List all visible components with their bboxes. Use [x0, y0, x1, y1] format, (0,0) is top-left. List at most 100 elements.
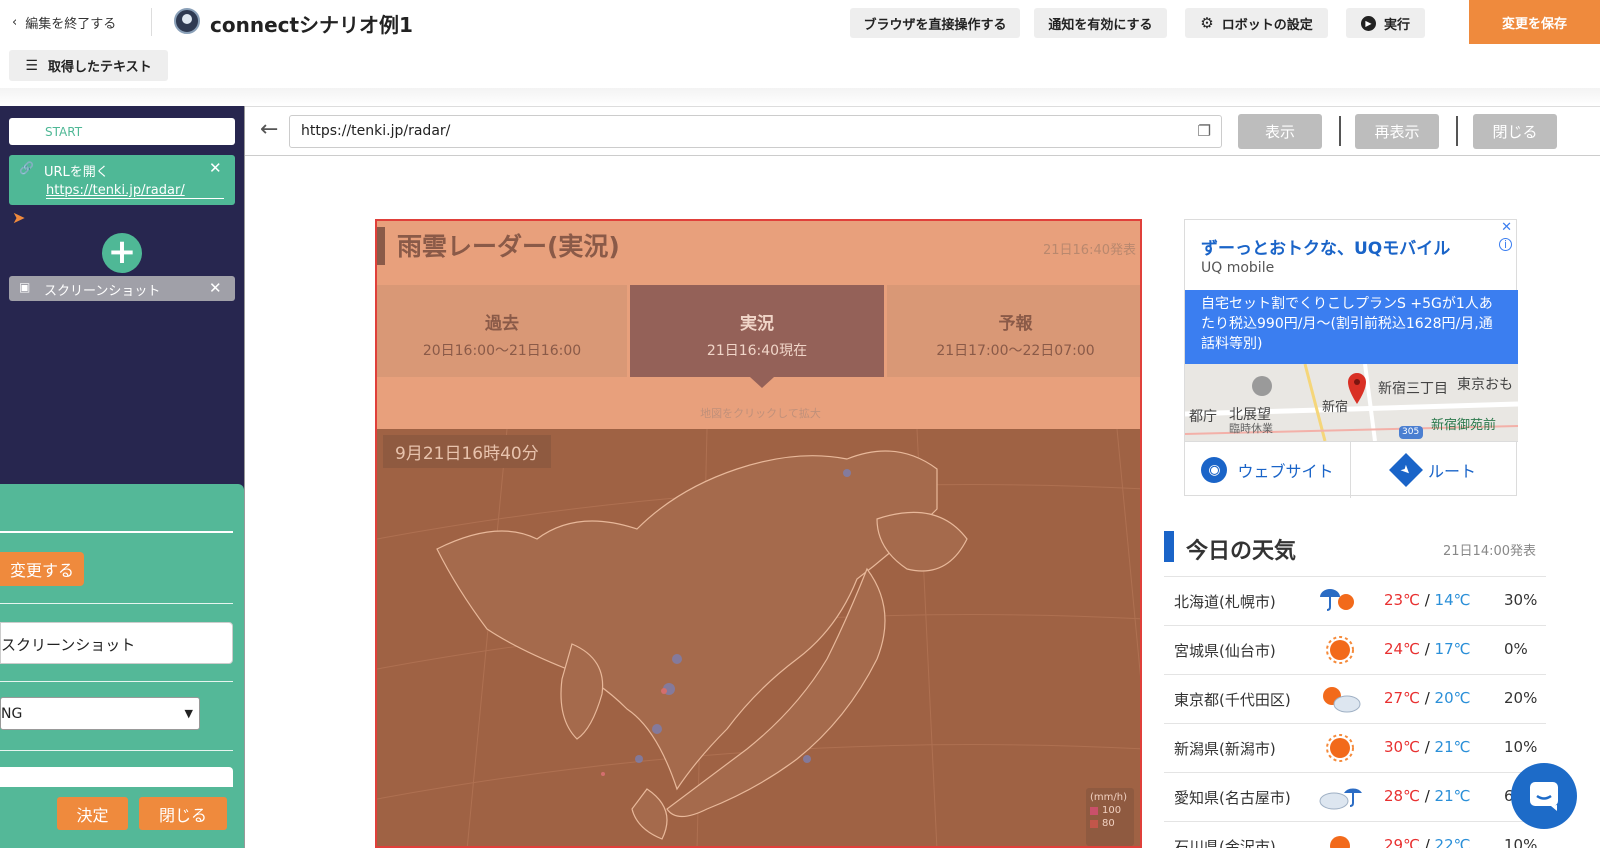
exit-edit-link[interactable]: ‹ 編集を終了する — [12, 13, 116, 32]
tab-past[interactable]: 過去 20日16:00〜21日16:00 — [377, 285, 627, 377]
legend-value: 100 — [1102, 805, 1122, 816]
save-changes-button[interactable]: 変更を保存 — [1469, 0, 1600, 44]
divider — [151, 8, 152, 36]
route-button[interactable]: ➤ ルート — [1352, 442, 1518, 498]
weather-row[interactable]: 北海道(札幌市) 23℃ / 14℃ 30% — [1164, 576, 1546, 625]
tab-current-time: 21日16:40現在 — [706, 343, 808, 359]
camera-icon: ▣ — [19, 280, 31, 294]
start-node[interactable]: START — [9, 118, 235, 145]
open-url-value: https://tenki.jp/radar/ — [46, 183, 224, 199]
radar-map[interactable] — [377, 428, 1140, 846]
website-label: ウェブサイト — [1237, 462, 1334, 481]
weather-temp: 27℃ / 20℃ — [1384, 689, 1471, 707]
weather-city: 新潟県(新潟市) — [1174, 740, 1276, 758]
tab-forecast-range: 21日17:00〜22日07:00 — [936, 343, 1095, 359]
enable-notify-button[interactable]: 通知を有効にする — [1034, 8, 1167, 38]
weather-city: 北海道(札幌市) — [1174, 593, 1276, 611]
direct-browser-label: ブラウザを直接操作する — [863, 17, 1007, 33]
close-icon[interactable]: ✕ — [209, 159, 222, 177]
route-label: ルート — [1427, 462, 1476, 481]
temp-low: 21℃ — [1434, 738, 1471, 756]
legend-swatch — [1090, 819, 1098, 828]
temp-high: 24℃ — [1384, 640, 1420, 658]
scenario-title: connectシナリオ例1 — [210, 13, 413, 37]
radar-title: 雨雲レーダー(実況) — [397, 232, 620, 261]
direct-browser-button[interactable]: ブラウザを直接操作する — [850, 8, 1020, 38]
ad-banner[interactable]: ✕ i ずーっとおトクな、UQモバイル UQ mobile 自宅セット割でくりこ… — [1184, 219, 1519, 498]
map-label: 東京おも — [1457, 377, 1513, 393]
weather-row[interactable]: 新潟県(新潟市) 30℃ / 21℃ 10% — [1164, 723, 1546, 772]
map-label: 新宿三丁目 — [1378, 381, 1448, 397]
reload-button[interactable]: 再表示 — [1355, 114, 1439, 149]
divider — [1456, 116, 1458, 146]
close-browser-button[interactable]: 閉じる — [1473, 114, 1557, 149]
screenshot-node-label: スクリーンショット — [44, 284, 161, 299]
url-input[interactable]: https://tenki.jp/radar/ ❐ — [289, 115, 1222, 148]
weather-issued-time: 21日14:00発表 — [1443, 544, 1537, 559]
radar-widget[interactable]: 雨雲レーダー(実況) 21日16:40発表 過去 20日16:00〜21日16:… — [375, 219, 1142, 848]
image-format-select[interactable]: NG ▼ — [0, 697, 200, 730]
play-icon: ▶ — [1360, 15, 1376, 31]
close-icon[interactable]: ✕ — [209, 279, 222, 297]
weather-row[interactable]: 石川県(金沢市) 29℃ / 22℃ 10% — [1164, 821, 1546, 848]
weather-row[interactable]: 愛知県(名古屋市) 28℃ / 21℃ 60 — [1164, 772, 1546, 821]
map-timestamp: 9月21日16時40分 — [383, 435, 551, 468]
weather-row[interactable]: 東京都(千代田区) 27℃ / 20℃ 20% — [1164, 674, 1546, 723]
extracted-text-button[interactable]: ☰ 取得したテキスト — [9, 50, 168, 81]
weather-temp: 30℃ / 21℃ — [1384, 738, 1471, 756]
info-icon[interactable]: i — [1499, 238, 1512, 251]
temp-high: 29℃ — [1384, 836, 1420, 848]
japan-map-graphic — [377, 428, 1140, 846]
weather-city: 石川県(金沢市) — [1174, 838, 1276, 848]
show-button[interactable]: 表示 — [1238, 114, 1322, 149]
close-form-label: 閉じる — [158, 805, 207, 825]
weather-title: 今日の天気 — [1186, 539, 1297, 564]
legend-swatch — [1090, 806, 1098, 815]
weather-row[interactable]: 宮城県(仙台市) 24℃ / 17℃ 0% — [1164, 625, 1546, 674]
confirm-button[interactable]: 決定 — [57, 797, 128, 830]
robot-avatar-icon — [174, 8, 200, 34]
screenshot-node[interactable]: ▣ スクリーンショット ✕ — [9, 276, 235, 301]
temp-low: 17℃ — [1434, 640, 1471, 658]
chat-button[interactable] — [1511, 763, 1577, 829]
tab-pointer — [750, 377, 774, 388]
sun-icon — [1330, 836, 1350, 848]
extra-input[interactable] — [0, 767, 233, 787]
tab-current[interactable]: 実況 21日16:40現在 — [630, 285, 884, 377]
chevron-left-icon: ‹ — [12, 15, 18, 30]
step-name-input[interactable]: スクリーンショット — [0, 622, 233, 664]
image-format-value: NG — [1, 705, 23, 722]
ad-body: 自宅セット割でくりこしプランS +5Gが1人あたり税込990円/月〜(割引前税込… — [1185, 290, 1518, 364]
toolbar-shadow — [0, 88, 1600, 106]
rain-chance: 0% — [1504, 640, 1528, 658]
run-button[interactable]: ▶ 実行 — [1346, 8, 1425, 38]
arrow-left-icon[interactable]: ← — [260, 117, 278, 142]
copy-icon[interactable]: ❐ — [1198, 122, 1211, 140]
legend-unit: (mm/h) — [1090, 792, 1127, 803]
weather-temp: 24℃ / 17℃ — [1384, 640, 1471, 658]
map-label: 都庁 — [1189, 409, 1217, 425]
robot-settings-button[interactable]: ⚙ ロボットの設定 — [1185, 8, 1328, 38]
rain-chance: 20% — [1504, 689, 1538, 707]
tab-forecast[interactable]: 予報 21日17:00〜22日07:00 — [887, 285, 1140, 377]
arrow-right-icon: ➤ — [12, 208, 26, 227]
close-form-button[interactable]: 閉じる — [139, 797, 227, 830]
temp-high: 30℃ — [1384, 738, 1420, 756]
website-button[interactable]: ◉ ウェブサイト — [1185, 442, 1351, 498]
add-step-button[interactable]: + — [102, 233, 142, 273]
temp-low: 22℃ — [1434, 836, 1471, 848]
open-url-title: URLを開く — [44, 165, 109, 180]
enable-notify-label: 通知を有効にする — [1048, 17, 1153, 33]
ad-actions: ◉ ウェブサイト ➤ ルート — [1185, 441, 1518, 498]
open-url-node[interactable]: 🔗 URLを開く ✕ https://tenki.jp/radar/ — [9, 155, 235, 205]
map-label: 305 — [1402, 427, 1420, 437]
close-browser-label: 閉じる — [1492, 123, 1538, 141]
change-button[interactable]: 変更する — [0, 552, 84, 586]
temp-low: 20℃ — [1434, 689, 1471, 707]
change-label: 変更する — [9, 561, 74, 580]
chevron-down-icon: ▼ — [184, 707, 193, 720]
close-icon[interactable]: ✕ — [1501, 220, 1512, 235]
chat-icon — [1530, 782, 1558, 811]
temp-low: 21℃ — [1434, 787, 1471, 805]
weather-temp: 29℃ / 22℃ — [1384, 836, 1470, 848]
